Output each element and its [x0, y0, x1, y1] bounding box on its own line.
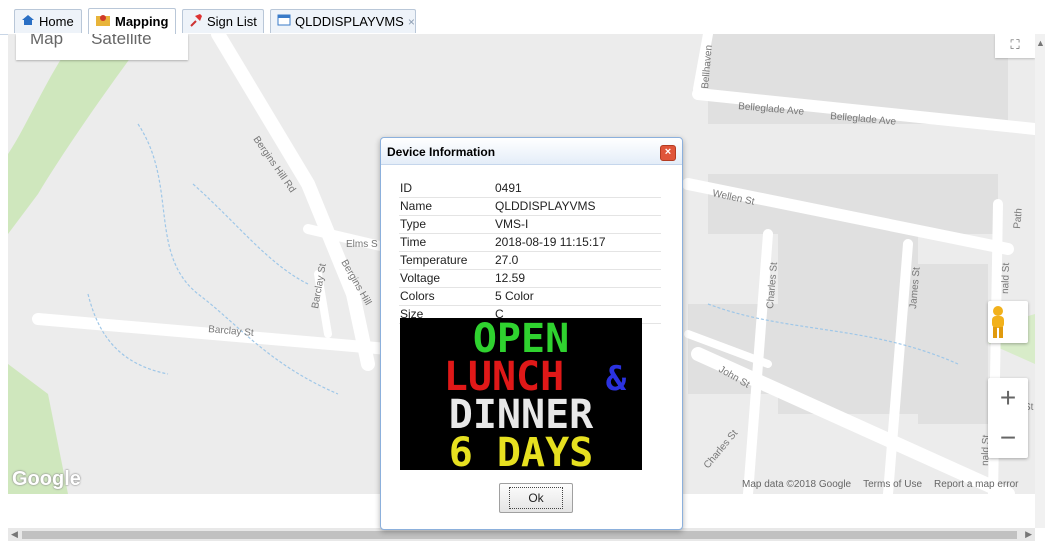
- table-row: Temperature 27.0: [399, 251, 661, 270]
- report-map-error-link[interactable]: Report a map error: [934, 479, 1018, 490]
- tab-label: Mapping: [115, 14, 169, 29]
- tab-home[interactable]: Home: [14, 9, 82, 33]
- table-row: Time 2018-08-19 11:15:17: [399, 233, 661, 252]
- scroll-right-arrow-icon[interactable]: ▶: [1025, 528, 1032, 541]
- field-value: QLDDISPLAYVMS: [494, 197, 661, 216]
- scroll-left-arrow-icon[interactable]: ◀: [11, 528, 18, 541]
- vertical-scrollbar[interactable]: ▲: [1035, 34, 1045, 528]
- vms-sign-preview: OPEN LUNCH & DINNER 6 DAYS: [400, 318, 642, 470]
- table-row: Colors 5 Color: [399, 287, 661, 306]
- street-label: Charles St: [702, 428, 741, 471]
- street-label: nald St: [1000, 262, 1012, 294]
- tab-label: Sign List: [207, 14, 257, 29]
- pegman-icon: [992, 306, 1004, 338]
- tab-label: Home: [39, 14, 74, 29]
- tab-label: QLDDISPLAYVMS: [295, 14, 404, 29]
- field-label: Voltage: [399, 269, 494, 288]
- tab-bar: Home Mapping Sign List QLDDISPLAYVMS ×: [0, 0, 1045, 35]
- field-label: Temperature: [399, 251, 494, 270]
- map-attribution: Map data ©2018 Google Terms of Use Repor…: [742, 479, 1019, 490]
- field-value: 27.0: [494, 251, 661, 270]
- fullscreen-button[interactable]: ⛶: [995, 34, 1035, 58]
- window-icon: [277, 14, 291, 29]
- scroll-up-arrow-icon[interactable]: ▲: [1036, 38, 1045, 48]
- map-data-text: Map data ©2018 Google: [742, 479, 852, 490]
- pin-icon: [189, 13, 203, 30]
- scrollbar-thumb[interactable]: [22, 531, 1017, 539]
- tab-sign-list[interactable]: Sign List: [182, 9, 264, 33]
- terms-of-use-link[interactable]: Terms of Use: [863, 479, 922, 490]
- map-type-control: Map Satellite: [16, 34, 188, 60]
- home-icon: [21, 14, 35, 29]
- zoom-in-button[interactable]: +: [988, 378, 1028, 418]
- dialog-title: Device Information: [381, 138, 682, 165]
- street-label: Elms S: [346, 239, 378, 250]
- map-type-satellite-button[interactable]: Satellite: [77, 34, 165, 60]
- field-value: 2018-08-19 11:15:17: [494, 233, 661, 252]
- device-information-dialog: Device Information × ID 0491 Name QLDDISPL…: [380, 137, 683, 530]
- field-label: Type: [399, 215, 494, 234]
- map-icon: [95, 13, 111, 30]
- fullscreen-icon: ⛶: [1010, 37, 1020, 52]
- tab-mapping[interactable]: Mapping: [88, 8, 176, 34]
- field-value: VMS-I: [494, 215, 661, 234]
- map-type-map-button[interactable]: Map: [16, 34, 77, 60]
- device-info-table: ID 0491 Name QLDDISPLAYVMS Type VMS-I Time 2…: [399, 180, 661, 324]
- field-value: 0491: [494, 180, 661, 198]
- dialog-close-button[interactable]: ×: [660, 145, 676, 161]
- field-value: 12.59: [494, 269, 661, 288]
- table-row: Name QLDDISPLAYVMS: [399, 197, 661, 216]
- table-row: Type VMS-I: [399, 215, 661, 234]
- field-value: 5 Color: [494, 287, 661, 306]
- sign-line: 6 DAYS: [449, 430, 594, 470]
- ok-button[interactable]: Ok: [499, 483, 573, 513]
- street-view-pegman[interactable]: [988, 301, 1028, 343]
- table-row: Voltage 12.59: [399, 269, 661, 288]
- close-tab-icon[interactable]: ×: [408, 15, 415, 29]
- field-label: Time: [399, 233, 494, 252]
- field-label: Colors: [399, 287, 494, 306]
- table-row: ID 0491: [399, 180, 661, 198]
- close-icon: ×: [664, 146, 672, 158]
- field-label: ID: [399, 180, 494, 198]
- field-label: Name: [399, 197, 494, 216]
- zoom-control: + −: [988, 378, 1028, 458]
- ok-button-label: Ok: [509, 487, 563, 509]
- tab-qlddisplayvms[interactable]: QLDDISPLAYVMS ×: [270, 9, 416, 33]
- street-label: Path: [1012, 208, 1025, 229]
- sign-line-ampersand: &: [606, 359, 627, 399]
- zoom-out-button[interactable]: −: [988, 418, 1028, 458]
- google-logo: Google: [12, 468, 81, 490]
